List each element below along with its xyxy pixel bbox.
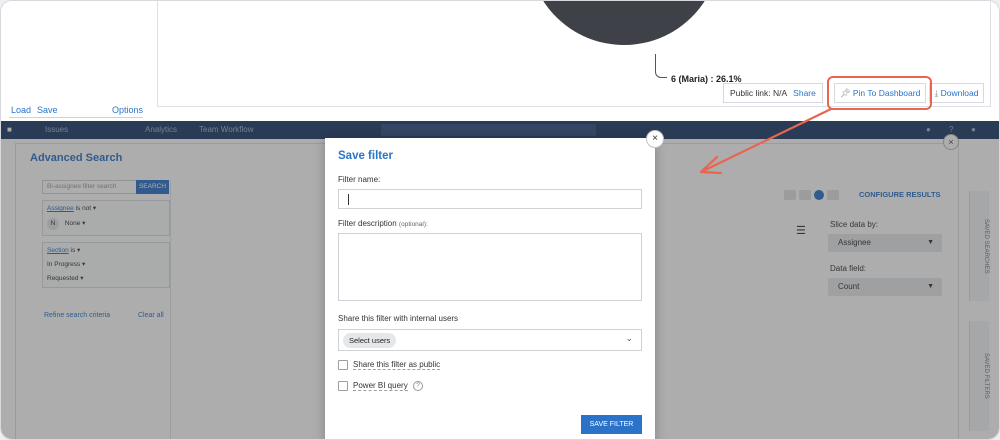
arrow-shaft xyxy=(702,108,832,172)
modal-close-icon[interactable]: × xyxy=(646,130,664,148)
powerbi-label[interactable]: Power BI query xyxy=(353,381,408,391)
select-users-chip: Select users xyxy=(343,333,397,348)
download-button[interactable]: ⤓ Download xyxy=(929,83,984,103)
download-icon: ⤓ xyxy=(934,88,939,98)
help-circle-icon[interactable]: ? xyxy=(413,381,423,391)
chevron-down-icon: ⌄ xyxy=(625,333,633,343)
pie-base xyxy=(543,1,705,45)
filter-name-input[interactable] xyxy=(338,189,642,209)
public-link-box: Public link: N/A Share xyxy=(723,83,823,103)
text-caret xyxy=(348,194,349,205)
share-link[interactable]: Share xyxy=(793,88,816,98)
load-save-links: Load Save xyxy=(11,105,64,115)
filter-description-textarea[interactable] xyxy=(338,233,642,301)
divider xyxy=(9,117,143,118)
select-users-dropdown[interactable]: Select users ⌄ xyxy=(338,329,642,351)
powerbi-checkbox[interactable] xyxy=(338,381,348,391)
highlight-ring xyxy=(827,76,932,110)
save-filter-modal: Save filter Filter name: Filter descript… xyxy=(325,138,655,439)
screenshot-frame: 6 (Maria) : 26.1% Load Save Options Publi… xyxy=(0,0,1000,440)
public-link-label: Public link: N/A xyxy=(730,88,788,98)
save-link[interactable]: Save xyxy=(37,105,58,115)
filter-name-label: Filter name: xyxy=(338,175,381,184)
pie-chart xyxy=(543,1,705,45)
arrow-head xyxy=(699,155,723,175)
filter-description-optional: (optional): xyxy=(398,221,428,228)
filter-description-label-text: Filter description xyxy=(338,219,397,228)
report-section: 6 (Maria) : 26.1% Load Save Options Publi… xyxy=(1,1,999,121)
share-public-label[interactable]: Share this filter as public xyxy=(353,360,441,370)
pie-leader-line xyxy=(655,54,667,78)
share-public-checkbox[interactable] xyxy=(338,360,348,370)
download-label: Download xyxy=(940,88,979,98)
save-filter-button[interactable]: SAVE FILTER xyxy=(581,415,642,434)
annotation-arrow xyxy=(699,108,832,175)
filter-description-label: Filter description (optional): xyxy=(338,219,428,228)
share-users-label: Share this filter with internal users xyxy=(338,314,459,323)
options-link[interactable]: Options xyxy=(112,105,143,115)
modal-title: Save filter xyxy=(338,150,393,162)
load-link[interactable]: Load xyxy=(11,105,31,115)
